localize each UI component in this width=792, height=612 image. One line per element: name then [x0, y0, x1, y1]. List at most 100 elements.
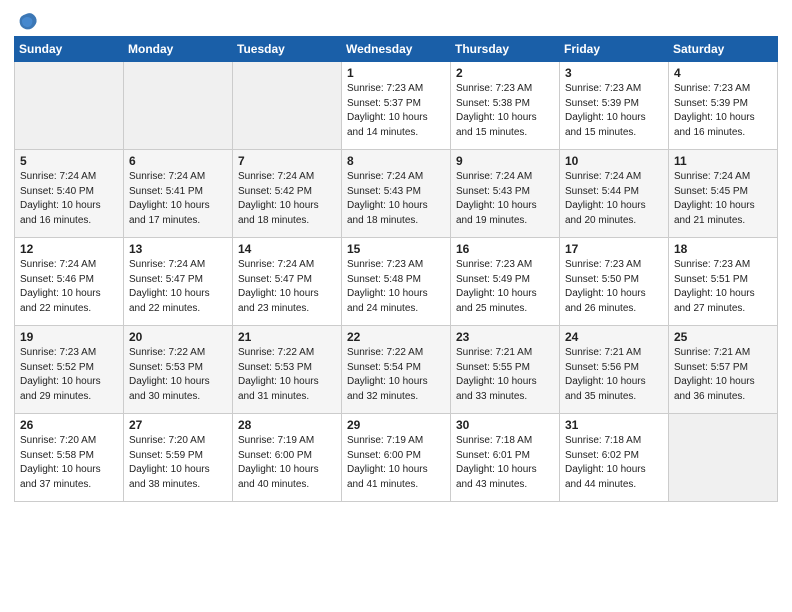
calendar-cell: 30 Sunrise: 7:18 AMSunset: 6:01 PMDaylig… [451, 414, 560, 502]
calendar-cell: 5 Sunrise: 7:24 AMSunset: 5:40 PMDayligh… [15, 150, 124, 238]
calendar-cell: 13 Sunrise: 7:24 AMSunset: 5:47 PMDaylig… [124, 238, 233, 326]
calendar-cell [124, 62, 233, 150]
day-info: Sunrise: 7:22 AMSunset: 5:54 PMDaylight:… [347, 346, 445, 404]
calendar-cell: 18 Sunrise: 7:23 AMSunset: 5:51 PMDaylig… [669, 238, 778, 326]
day-info: Sunrise: 7:23 AMSunset: 5:48 PMDaylight:… [347, 258, 445, 316]
calendar-cell: 1 Sunrise: 7:23 AMSunset: 5:37 PMDayligh… [342, 62, 451, 150]
day-info: Sunrise: 7:23 AMSunset: 5:37 PMDaylight:… [347, 82, 445, 140]
day-number: 23 [456, 330, 554, 344]
day-number: 26 [20, 418, 118, 432]
day-number: 3 [565, 66, 663, 80]
day-info: Sunrise: 7:18 AMSunset: 6:02 PMDaylight:… [565, 434, 663, 492]
calendar-week-row: 5 Sunrise: 7:24 AMSunset: 5:40 PMDayligh… [15, 150, 778, 238]
calendar-cell: 14 Sunrise: 7:24 AMSunset: 5:47 PMDaylig… [233, 238, 342, 326]
calendar-cell: 10 Sunrise: 7:24 AMSunset: 5:44 PMDaylig… [560, 150, 669, 238]
day-info: Sunrise: 7:24 AMSunset: 5:45 PMDaylight:… [674, 170, 772, 228]
calendar-cell: 7 Sunrise: 7:24 AMSunset: 5:42 PMDayligh… [233, 150, 342, 238]
calendar-cell: 9 Sunrise: 7:24 AMSunset: 5:43 PMDayligh… [451, 150, 560, 238]
calendar-cell: 28 Sunrise: 7:19 AMSunset: 6:00 PMDaylig… [233, 414, 342, 502]
day-info: Sunrise: 7:22 AMSunset: 5:53 PMDaylight:… [238, 346, 336, 404]
day-number: 22 [347, 330, 445, 344]
day-info: Sunrise: 7:19 AMSunset: 6:00 PMDaylight:… [347, 434, 445, 492]
calendar-day-header: Thursday [451, 37, 560, 62]
calendar-cell [669, 414, 778, 502]
calendar-cell: 31 Sunrise: 7:18 AMSunset: 6:02 PMDaylig… [560, 414, 669, 502]
calendar-cell [15, 62, 124, 150]
day-info: Sunrise: 7:24 AMSunset: 5:43 PMDaylight:… [456, 170, 554, 228]
calendar-cell: 26 Sunrise: 7:20 AMSunset: 5:58 PMDaylig… [15, 414, 124, 502]
day-info: Sunrise: 7:21 AMSunset: 5:57 PMDaylight:… [674, 346, 772, 404]
day-info: Sunrise: 7:20 AMSunset: 5:58 PMDaylight:… [20, 434, 118, 492]
day-info: Sunrise: 7:18 AMSunset: 6:01 PMDaylight:… [456, 434, 554, 492]
day-number: 10 [565, 154, 663, 168]
calendar-cell: 12 Sunrise: 7:24 AMSunset: 5:46 PMDaylig… [15, 238, 124, 326]
day-info: Sunrise: 7:24 AMSunset: 5:46 PMDaylight:… [20, 258, 118, 316]
calendar-week-row: 19 Sunrise: 7:23 AMSunset: 5:52 PMDaylig… [15, 326, 778, 414]
logo-icon [16, 10, 38, 32]
day-number: 4 [674, 66, 772, 80]
calendar-week-row: 12 Sunrise: 7:24 AMSunset: 5:46 PMDaylig… [15, 238, 778, 326]
day-number: 21 [238, 330, 336, 344]
day-number: 1 [347, 66, 445, 80]
day-info: Sunrise: 7:21 AMSunset: 5:56 PMDaylight:… [565, 346, 663, 404]
calendar-cell: 19 Sunrise: 7:23 AMSunset: 5:52 PMDaylig… [15, 326, 124, 414]
day-number: 5 [20, 154, 118, 168]
day-info: Sunrise: 7:23 AMSunset: 5:39 PMDaylight:… [565, 82, 663, 140]
day-number: 20 [129, 330, 227, 344]
calendar-cell: 8 Sunrise: 7:24 AMSunset: 5:43 PMDayligh… [342, 150, 451, 238]
day-number: 7 [238, 154, 336, 168]
calendar-header-row: SundayMondayTuesdayWednesdayThursdayFrid… [15, 37, 778, 62]
day-info: Sunrise: 7:23 AMSunset: 5:50 PMDaylight:… [565, 258, 663, 316]
day-info: Sunrise: 7:19 AMSunset: 6:00 PMDaylight:… [238, 434, 336, 492]
calendar-week-row: 26 Sunrise: 7:20 AMSunset: 5:58 PMDaylig… [15, 414, 778, 502]
day-info: Sunrise: 7:24 AMSunset: 5:44 PMDaylight:… [565, 170, 663, 228]
calendar-week-row: 1 Sunrise: 7:23 AMSunset: 5:37 PMDayligh… [15, 62, 778, 150]
day-number: 16 [456, 242, 554, 256]
calendar-cell: 4 Sunrise: 7:23 AMSunset: 5:39 PMDayligh… [669, 62, 778, 150]
day-info: Sunrise: 7:20 AMSunset: 5:59 PMDaylight:… [129, 434, 227, 492]
day-info: Sunrise: 7:24 AMSunset: 5:47 PMDaylight:… [129, 258, 227, 316]
calendar-day-header: Saturday [669, 37, 778, 62]
calendar-cell: 16 Sunrise: 7:23 AMSunset: 5:49 PMDaylig… [451, 238, 560, 326]
calendar-day-header: Monday [124, 37, 233, 62]
day-number: 29 [347, 418, 445, 432]
day-number: 12 [20, 242, 118, 256]
day-number: 11 [674, 154, 772, 168]
day-number: 8 [347, 154, 445, 168]
day-info: Sunrise: 7:24 AMSunset: 5:40 PMDaylight:… [20, 170, 118, 228]
day-info: Sunrise: 7:24 AMSunset: 5:42 PMDaylight:… [238, 170, 336, 228]
calendar-cell: 20 Sunrise: 7:22 AMSunset: 5:53 PMDaylig… [124, 326, 233, 414]
calendar-cell: 21 Sunrise: 7:22 AMSunset: 5:53 PMDaylig… [233, 326, 342, 414]
day-info: Sunrise: 7:24 AMSunset: 5:41 PMDaylight:… [129, 170, 227, 228]
day-number: 25 [674, 330, 772, 344]
day-info: Sunrise: 7:24 AMSunset: 5:47 PMDaylight:… [238, 258, 336, 316]
calendar-day-header: Sunday [15, 37, 124, 62]
day-info: Sunrise: 7:23 AMSunset: 5:39 PMDaylight:… [674, 82, 772, 140]
day-number: 27 [129, 418, 227, 432]
day-number: 6 [129, 154, 227, 168]
header [14, 10, 778, 28]
calendar-cell: 3 Sunrise: 7:23 AMSunset: 5:39 PMDayligh… [560, 62, 669, 150]
day-info: Sunrise: 7:23 AMSunset: 5:38 PMDaylight:… [456, 82, 554, 140]
calendar-cell: 15 Sunrise: 7:23 AMSunset: 5:48 PMDaylig… [342, 238, 451, 326]
calendar-cell: 2 Sunrise: 7:23 AMSunset: 5:38 PMDayligh… [451, 62, 560, 150]
calendar-cell: 27 Sunrise: 7:20 AMSunset: 5:59 PMDaylig… [124, 414, 233, 502]
calendar-cell: 25 Sunrise: 7:21 AMSunset: 5:57 PMDaylig… [669, 326, 778, 414]
day-info: Sunrise: 7:21 AMSunset: 5:55 PMDaylight:… [456, 346, 554, 404]
calendar-day-header: Wednesday [342, 37, 451, 62]
day-number: 2 [456, 66, 554, 80]
day-info: Sunrise: 7:24 AMSunset: 5:43 PMDaylight:… [347, 170, 445, 228]
day-number: 24 [565, 330, 663, 344]
day-info: Sunrise: 7:23 AMSunset: 5:52 PMDaylight:… [20, 346, 118, 404]
day-number: 15 [347, 242, 445, 256]
calendar-cell: 22 Sunrise: 7:22 AMSunset: 5:54 PMDaylig… [342, 326, 451, 414]
day-number: 13 [129, 242, 227, 256]
day-number: 18 [674, 242, 772, 256]
day-number: 28 [238, 418, 336, 432]
day-number: 19 [20, 330, 118, 344]
day-number: 14 [238, 242, 336, 256]
day-info: Sunrise: 7:23 AMSunset: 5:49 PMDaylight:… [456, 258, 554, 316]
day-number: 31 [565, 418, 663, 432]
day-info: Sunrise: 7:23 AMSunset: 5:51 PMDaylight:… [674, 258, 772, 316]
day-number: 30 [456, 418, 554, 432]
